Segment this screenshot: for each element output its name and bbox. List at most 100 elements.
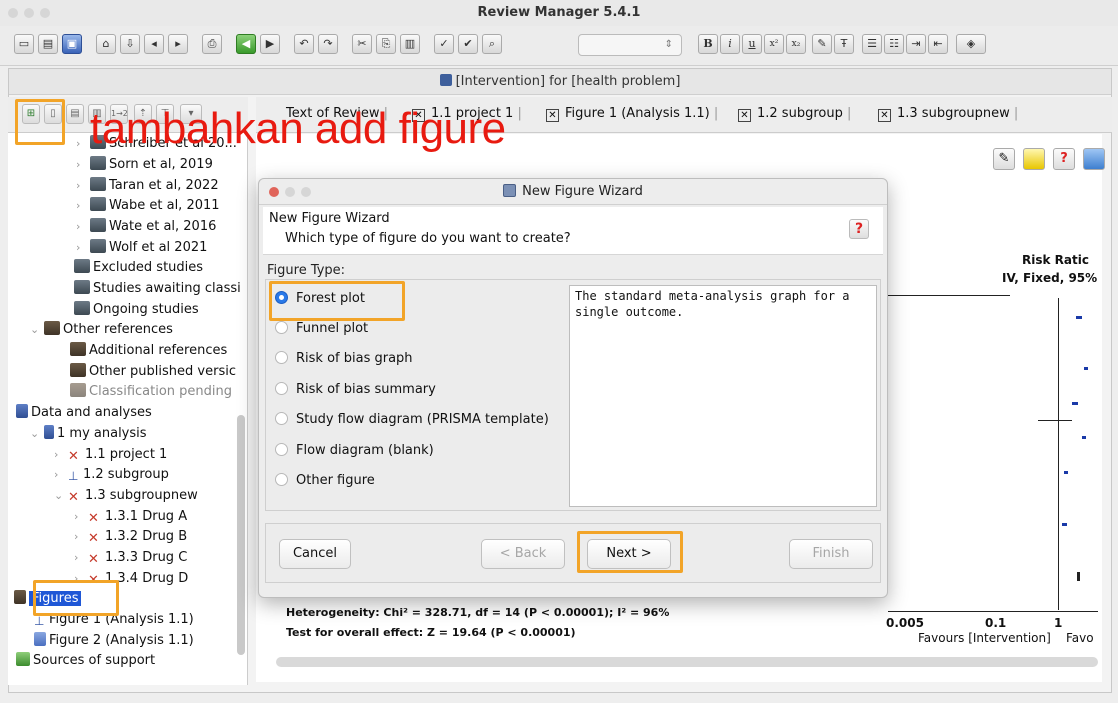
plot-header-sub: IV, Fixed, 95%: [1002, 271, 1098, 285]
nav-next-icon[interactable]: ▶: [260, 34, 280, 54]
main-toolbar: ▭ ▤ ▣ ⌂ ⇩ ◂ ▸ ⎙ ◀ ▶ ↶ ↷ ✂ ⎘ ▥ ✓ ✔ ⌕ ⇕ B …: [0, 26, 1118, 66]
tree-studies-awaiting[interactable]: Studies awaiting classi: [74, 280, 241, 298]
close-tab-icon[interactable]: ✕: [546, 109, 559, 122]
window-zoom-button[interactable]: [40, 8, 50, 18]
print-icon[interactable]: ⎙: [202, 34, 222, 54]
subscript-button[interactable]: x₂: [786, 34, 806, 54]
content-horizontal-scrollbar[interactable]: [276, 657, 1098, 667]
option-study-flow-diagram[interactable]: Study flow diagram (PRISMA template): [275, 412, 549, 427]
notes-icon[interactable]: [1023, 148, 1045, 170]
radio[interactable]: [275, 382, 288, 395]
outdent-icon[interactable]: ⇤: [928, 34, 948, 54]
tab-analysis-1-2[interactable]: ✕ 1.2 subgroup |: [738, 105, 851, 123]
tree-outcome-1-1[interactable]: › ✕ 1.1 project 1: [54, 446, 167, 464]
style-select[interactable]: ⇕: [578, 34, 682, 56]
study-icon: [90, 218, 106, 232]
underline-button[interactable]: u: [742, 34, 762, 54]
cancel-button[interactable]: Cancel: [279, 539, 351, 569]
tree-outcome-1-2[interactable]: › ⊥ 1.2 subgroup: [54, 466, 169, 484]
spellcheck-icon[interactable]: ✓: [434, 34, 454, 54]
indent-icon[interactable]: ⇥: [906, 34, 926, 54]
undo-icon[interactable]: ↶: [294, 34, 314, 54]
sidebar-scrollbar[interactable]: [237, 415, 245, 655]
tree-subgroup-drug-a[interactable]: › ✕ 1.3.1 Drug A: [74, 508, 187, 526]
symbol-icon[interactable]: Ŧ: [834, 34, 854, 54]
option-risk-of-bias-summary[interactable]: Risk of bias summary: [275, 382, 436, 397]
tree-other-references[interactable]: ⌄ Other references: [30, 321, 173, 339]
paste-icon[interactable]: ▥: [400, 34, 420, 54]
tree-study-taran[interactable]: › Taran et al, 2022: [76, 177, 219, 195]
book-icon: [70, 383, 86, 397]
tools-dropdown-icon[interactable]: ◈: [956, 34, 986, 54]
spellcheck-all-icon[interactable]: ✔: [458, 34, 478, 54]
italic-button[interactable]: i: [720, 34, 740, 54]
properties-icon[interactable]: ✎: [993, 148, 1015, 170]
tree-study-wabe[interactable]: › Wabe et al, 2011: [76, 197, 220, 215]
properties-icon[interactable]: ▤: [66, 104, 84, 124]
radio[interactable]: [275, 351, 288, 364]
open-folder-icon[interactable]: ▤: [38, 34, 58, 54]
download-icon[interactable]: ⇩: [120, 34, 140, 54]
cut-icon[interactable]: ✂: [352, 34, 372, 54]
option-other-figure[interactable]: Other figure: [275, 473, 375, 488]
close-tab-icon[interactable]: ✕: [878, 109, 891, 122]
tree-excluded-studies[interactable]: Excluded studies: [74, 259, 203, 277]
axis-tick-label: 0.005: [886, 616, 924, 630]
window-minimize-button[interactable]: [24, 8, 34, 18]
study-effect-marker: [1076, 316, 1082, 319]
radio[interactable]: [275, 412, 288, 425]
wizard-header-title: New Figure Wizard: [269, 211, 390, 226]
finish-button[interactable]: Finish: [789, 539, 873, 569]
tree-sources-of-support[interactable]: Sources of support: [16, 652, 155, 670]
chat-icon[interactable]: [1083, 148, 1105, 170]
nav-prev-icon[interactable]: ◀: [236, 34, 256, 54]
numbered-list-icon[interactable]: ☷: [884, 34, 904, 54]
window-close-button[interactable]: [8, 8, 18, 18]
help-icon[interactable]: ?: [1053, 148, 1075, 170]
close-tab-icon[interactable]: ✕: [738, 109, 751, 122]
tree-study-sorn[interactable]: › Sorn et al, 2019: [76, 156, 213, 174]
book-icon: [44, 321, 60, 335]
highlight-add-figure: [15, 99, 65, 145]
bullet-list-icon[interactable]: ☰: [862, 34, 882, 54]
tree-subgroup-drug-c[interactable]: › ✕ 1.3.3 Drug C: [74, 549, 187, 567]
copy-icon[interactable]: ⎘: [376, 34, 396, 54]
tree-study-wate[interactable]: › Wate et al, 2016: [76, 218, 216, 236]
radio[interactable]: [275, 321, 288, 334]
tree-data-and-analyses[interactable]: Data and analyses: [16, 404, 152, 422]
tree-outcome-1-3[interactable]: ⌄ ✕ 1.3 subgroupnew: [54, 487, 198, 505]
radio[interactable]: [275, 443, 288, 456]
tree-ongoing-studies[interactable]: Ongoing studies: [74, 301, 199, 319]
figures-folder-icon: [14, 590, 26, 604]
option-risk-of-bias-graph[interactable]: Risk of bias graph: [275, 351, 413, 366]
app-title-bar: Review Manager 5.4.1: [0, 0, 1118, 26]
tree-other-published[interactable]: Other published versic: [70, 363, 236, 381]
plot-header-title: Risk Ratic: [1022, 253, 1089, 267]
highlight-icon[interactable]: ✎: [812, 34, 832, 54]
find-icon[interactable]: ⌕: [482, 34, 502, 54]
tree-classification-pending[interactable]: Classification pending: [70, 383, 232, 401]
outcome-icon: ✕: [68, 449, 79, 464]
tab-analysis-1-3[interactable]: ✕ 1.3 subgroupnew |: [878, 105, 1018, 123]
home-icon[interactable]: ⌂: [96, 34, 116, 54]
help-icon[interactable]: ?: [849, 219, 869, 239]
bold-button[interactable]: B: [698, 34, 718, 54]
option-flow-diagram-blank[interactable]: Flow diagram (blank): [275, 443, 434, 458]
tree-figure-2[interactable]: Figure 2 (Analysis 1.1): [34, 632, 194, 650]
forward-page-icon[interactable]: ▸: [168, 34, 188, 54]
tree-additional-references[interactable]: Additional references: [70, 342, 227, 360]
option-funnel-plot[interactable]: Funnel plot: [275, 321, 368, 336]
tree-comparison-1[interactable]: ⌄ 1 my analysis: [30, 425, 147, 443]
back-page-icon[interactable]: ◂: [144, 34, 164, 54]
review-window-title: [Intervention] for [health problem]: [455, 74, 681, 89]
save-icon[interactable]: ▣: [62, 34, 82, 54]
radio[interactable]: [275, 473, 288, 486]
new-file-icon[interactable]: ▭: [14, 34, 34, 54]
tab-figure-1[interactable]: ✕ Figure 1 (Analysis 1.1) |: [546, 105, 718, 123]
tree-study-wolf[interactable]: › Wolf et al 2021: [76, 239, 207, 257]
study-group-icon: [74, 301, 90, 315]
back-button[interactable]: < Back: [481, 539, 565, 569]
superscript-button[interactable]: x²: [764, 34, 784, 54]
redo-icon[interactable]: ↷: [318, 34, 338, 54]
tree-subgroup-drug-b[interactable]: › ✕ 1.3.2 Drug B: [74, 528, 187, 546]
